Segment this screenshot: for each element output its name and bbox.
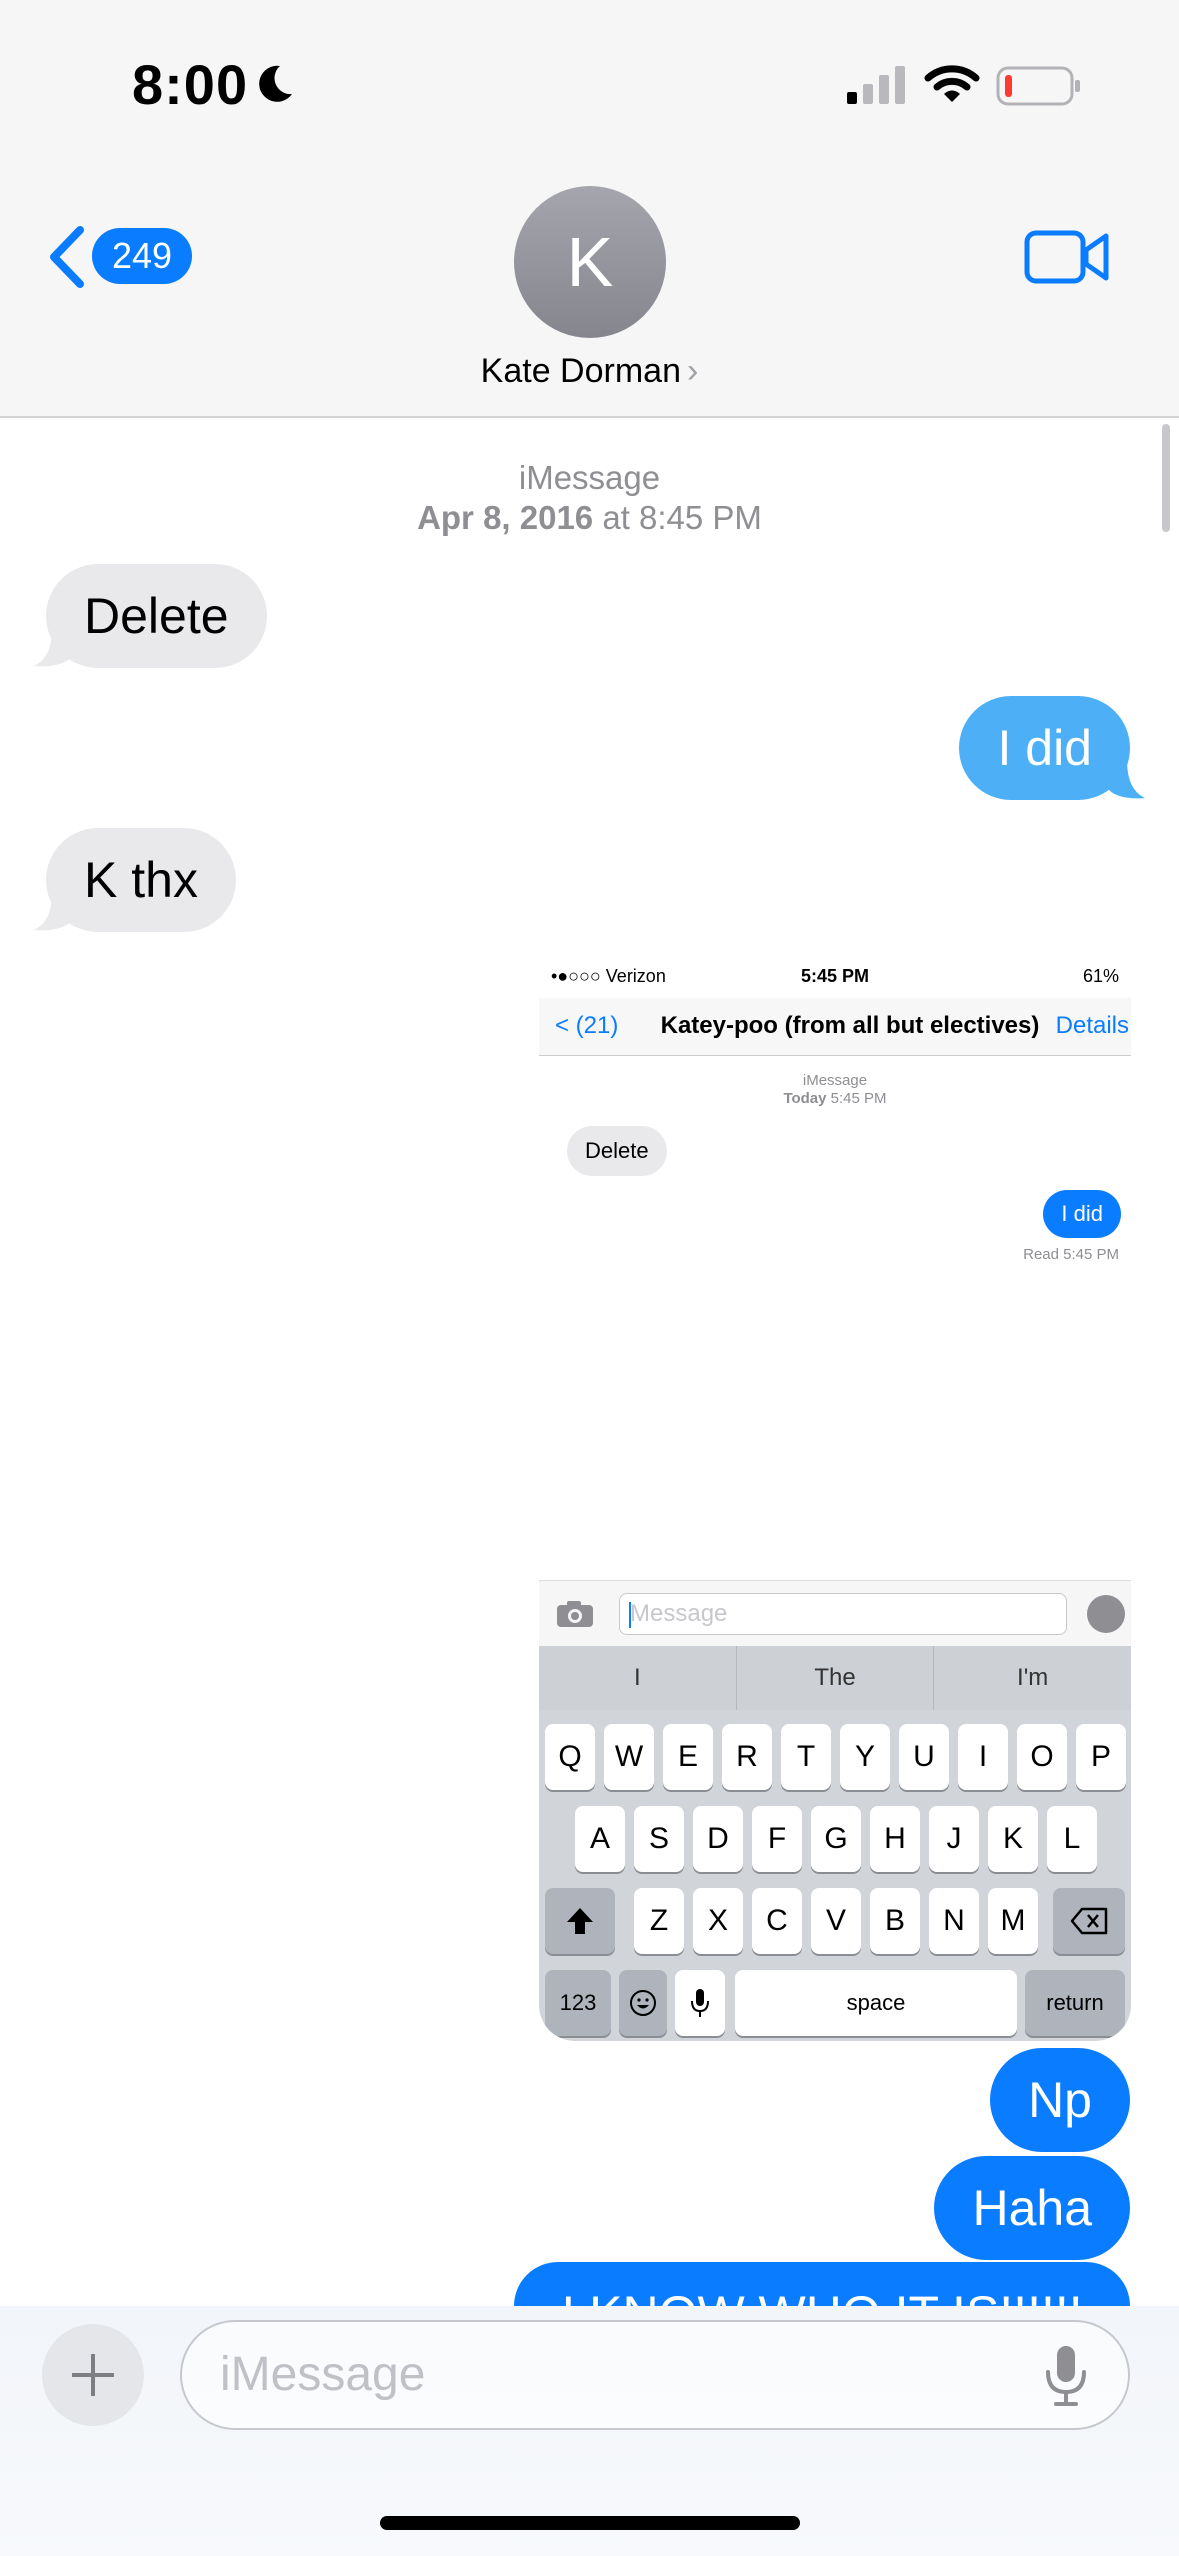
key: D — [693, 1806, 743, 1872]
message-bubble-received[interactable]: K thx — [46, 828, 236, 932]
unread-count-badge: 249 — [92, 228, 192, 284]
key: J — [929, 1806, 979, 1872]
key: F — [752, 1806, 802, 1872]
microphone-icon[interactable] — [1044, 2344, 1088, 2408]
shot-bubble-sent: I did — [1043, 1190, 1121, 1238]
contact-name: Kate Dorman — [480, 352, 681, 390]
space-key: space — [735, 1970, 1017, 2036]
shot-message-field: Message — [619, 1593, 1067, 1635]
shift-icon — [567, 1908, 593, 1934]
shot-mic-icon — [1087, 1595, 1125, 1633]
shot-status-bar: •●○○○ Verizon 5:45 PM 61% — [539, 960, 1131, 998]
key: C — [752, 1888, 802, 1954]
shot-input-bar: Message — [539, 1580, 1131, 1646]
key: Q — [545, 1724, 595, 1790]
message-text: I KNOW WHO IT IS!!!!!! — [514, 2262, 1130, 2306]
key: A — [575, 1806, 625, 1872]
shot-details: Details — [1055, 1012, 1129, 1039]
shot-title: Katey-poo (from all but electives) — [660, 1012, 1040, 1039]
microphone-icon — [691, 1989, 709, 2017]
return-key: return — [1025, 1970, 1125, 2036]
backspace-icon — [1070, 1907, 1108, 1935]
shot-bubble-received: Delete — [567, 1126, 667, 1176]
image-attachment[interactable]: •●○○○ Verizon 5:45 PM 61% < (21) Katey-p… — [539, 960, 1131, 2041]
moon-icon — [259, 65, 292, 102]
dictation-key — [675, 1970, 725, 2036]
message-bubble-sent[interactable]: I did — [959, 696, 1130, 800]
key: H — [870, 1806, 920, 1872]
key: P — [1076, 1724, 1126, 1790]
key: R — [722, 1724, 772, 1790]
key: M — [988, 1888, 1038, 1954]
shot-predictions: I The I'm — [539, 1646, 1131, 1710]
back-button[interactable]: 249 — [46, 222, 196, 292]
home-indicator[interactable] — [380, 2516, 800, 2530]
status-time: 8:00 — [132, 53, 249, 116]
key: O — [1017, 1724, 1067, 1790]
message-bubble-sent[interactable]: Haha — [934, 2156, 1130, 2260]
key: X — [693, 1888, 743, 1954]
shot-nav-bar: < (21) Katey-poo (from all but electives… — [539, 998, 1131, 1056]
thread-timestamp: iMessage Apr 8, 2016 at 8:45 PM — [0, 458, 1179, 538]
prediction: The — [737, 1646, 935, 1710]
back-chevron-icon — [50, 226, 84, 288]
contact-name-button[interactable]: Kate Dorman › — [0, 352, 1179, 391]
delete-key — [1053, 1888, 1125, 1954]
shot-time: 5:45 PM — [800, 966, 870, 986]
camera-icon — [557, 1601, 593, 1627]
emoji-key — [619, 1970, 667, 2036]
shot-ts-service: iMessage — [802, 1072, 868, 1089]
contact-avatar[interactable]: K — [514, 186, 666, 338]
prediction: I'm — [1017, 1664, 1049, 1691]
key: I — [958, 1724, 1008, 1790]
message-bubble-received[interactable]: Delete — [46, 564, 267, 668]
battery-icon — [996, 66, 1080, 106]
key: K — [988, 1806, 1038, 1872]
shot-ts-time: 5:45 PM — [830, 1090, 887, 1107]
timestamp-service: iMessage — [518, 459, 661, 496]
message-bubble-sent-partial[interactable]: I KNOW WHO IT IS!!!!!! — [514, 2262, 1130, 2306]
key: B — [870, 1888, 920, 1954]
contact-chevron-icon: › — [687, 352, 699, 390]
key: T — [781, 1724, 831, 1790]
numbers-key: 123 — [545, 1970, 611, 2036]
shot-battery: 61% — [1082, 966, 1119, 986]
key: G — [811, 1806, 861, 1872]
shot-ts-day: Today — [783, 1090, 827, 1107]
key: U — [899, 1724, 949, 1790]
key: V — [811, 1888, 861, 1954]
facetime-video-icon[interactable] — [1024, 228, 1110, 286]
plus-icon[interactable] — [42, 2324, 144, 2426]
key: S — [634, 1806, 684, 1872]
key: N — [929, 1888, 979, 1954]
prediction: I — [539, 1646, 737, 1710]
signal-icon — [847, 66, 905, 104]
key: Y — [840, 1724, 890, 1790]
wifi-icon — [924, 65, 980, 102]
timestamp-time: at 8:45 PM — [593, 499, 762, 536]
shot-timestamp: iMessage Today 5:45 PM — [539, 1072, 1131, 1108]
key: L — [1047, 1806, 1097, 1872]
key: E — [663, 1724, 713, 1790]
shift-key — [545, 1888, 615, 1954]
imessage-input[interactable]: iMessage — [180, 2320, 1130, 2430]
navigation-header: 8:00 249 K Kate Dorman › — [0, 0, 1179, 418]
key: W — [604, 1724, 654, 1790]
key: Z — [634, 1888, 684, 1954]
message-bubble-sent[interactable]: Np — [990, 2048, 1130, 2152]
shot-read-receipt: Read 5:45 PM — [1023, 1246, 1119, 1263]
emoji-icon — [630, 1990, 656, 2016]
timestamp-date: Apr 8, 2016 — [417, 499, 594, 536]
shot-keyboard: I The I'm Q W E R T Y U I O P A S D F G … — [539, 1646, 1131, 2041]
